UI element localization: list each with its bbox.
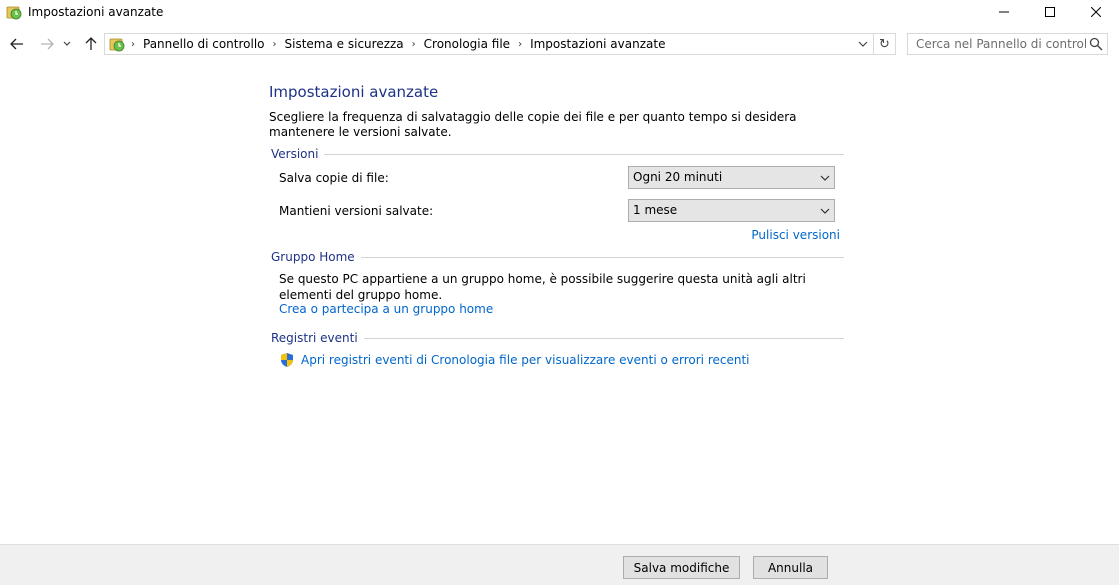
save-frequency-select[interactable]: Ogni 20 minuti: [628, 166, 835, 189]
chevron-down-icon: [820, 208, 830, 214]
keep-versions-label: Mantieni versioni salvate:: [279, 204, 434, 218]
breadcrumb: › Pannello di controllo › Sistema e sicu…: [129, 34, 671, 54]
chevron-right-icon[interactable]: ›: [412, 39, 416, 50]
chevron-down-icon: [63, 41, 71, 46]
refresh-icon: ↻: [879, 36, 890, 52]
minimize-button[interactable]: [981, 0, 1027, 24]
search-box[interactable]: [907, 33, 1108, 55]
select-value: Ogni 20 minuti: [633, 170, 723, 184]
homegroup-link[interactable]: Crea o partecipa a un gruppo home: [279, 302, 493, 317]
breadcrumb-item[interactable]: Sistema e sicurezza: [285, 37, 404, 51]
footer-bar: Salva modifiche Annulla: [0, 544, 1119, 585]
save-changes-button[interactable]: Salva modifiche: [623, 556, 740, 579]
section-divider: [271, 154, 844, 155]
keep-versions-select[interactable]: 1 mese: [628, 199, 835, 222]
page-title: Impostazioni avanzate: [269, 83, 439, 101]
refresh-button[interactable]: ↻: [874, 33, 896, 55]
section-heading: Versioni: [271, 147, 325, 161]
up-button[interactable]: [81, 34, 101, 54]
section-heading: Gruppo Home: [271, 250, 361, 264]
cancel-button[interactable]: Annulla: [753, 556, 828, 579]
forward-button[interactable]: [37, 34, 57, 54]
arrow-right-icon: [41, 38, 54, 50]
select-value: 1 mese: [633, 203, 678, 217]
arrow-up-icon: [85, 37, 97, 50]
close-button[interactable]: [1073, 0, 1119, 24]
event-logs-row: Apri registri eventi di Cronologia file …: [279, 351, 750, 369]
window-title: Impostazioni avanzate: [28, 5, 164, 19]
section-versions: Versioni: [271, 147, 844, 161]
breadcrumb-item[interactable]: Impostazioni avanzate: [530, 37, 665, 51]
recent-locations-button[interactable]: [60, 34, 74, 54]
address-dropdown-button[interactable]: [855, 36, 871, 52]
breadcrumb-item[interactable]: Cronologia file: [424, 37, 510, 51]
intro-text: Scegliere la frequenza di salvataggio de…: [269, 110, 797, 139]
chevron-right-icon: ›: [131, 38, 135, 50]
minimize-icon: [999, 11, 1009, 13]
search-icon[interactable]: [1089, 37, 1103, 51]
section-event-logs: Registri eventi: [271, 331, 844, 345]
chevron-right-icon[interactable]: ›: [273, 39, 277, 50]
chevron-right-icon[interactable]: ›: [518, 39, 522, 50]
section-heading: Registri eventi: [271, 331, 364, 345]
back-button[interactable]: [7, 34, 27, 54]
section-homegroup: Gruppo Home: [271, 250, 844, 264]
file-history-icon: [109, 38, 125, 52]
save-copies-label: Salva copie di file:: [279, 171, 389, 185]
chevron-down-icon: [858, 41, 868, 47]
uac-shield-icon: [281, 353, 293, 367]
navigation-bar: › Pannello di controllo › Sistema e sicu…: [0, 30, 1119, 58]
chevron-down-icon: [820, 175, 830, 181]
address-bar[interactable]: › Pannello di controllo › Sistema e sicu…: [104, 33, 874, 55]
maximize-icon: [1045, 7, 1055, 17]
arrow-left-icon: [10, 38, 23, 50]
maximize-button[interactable]: [1027, 0, 1073, 24]
title-bar: Impostazioni avanzate: [0, 0, 1119, 24]
breadcrumb-item[interactable]: Pannello di controllo: [143, 37, 265, 51]
event-logs-link[interactable]: Apri registri eventi di Cronologia file …: [301, 353, 750, 368]
close-icon: [1091, 7, 1101, 17]
homegroup-text: Se questo PC appartiene a un gruppo home…: [279, 272, 806, 302]
cleanup-versions-link[interactable]: Pulisci versioni: [751, 228, 840, 243]
file-history-icon: [6, 6, 22, 20]
search-input[interactable]: [908, 34, 1086, 54]
